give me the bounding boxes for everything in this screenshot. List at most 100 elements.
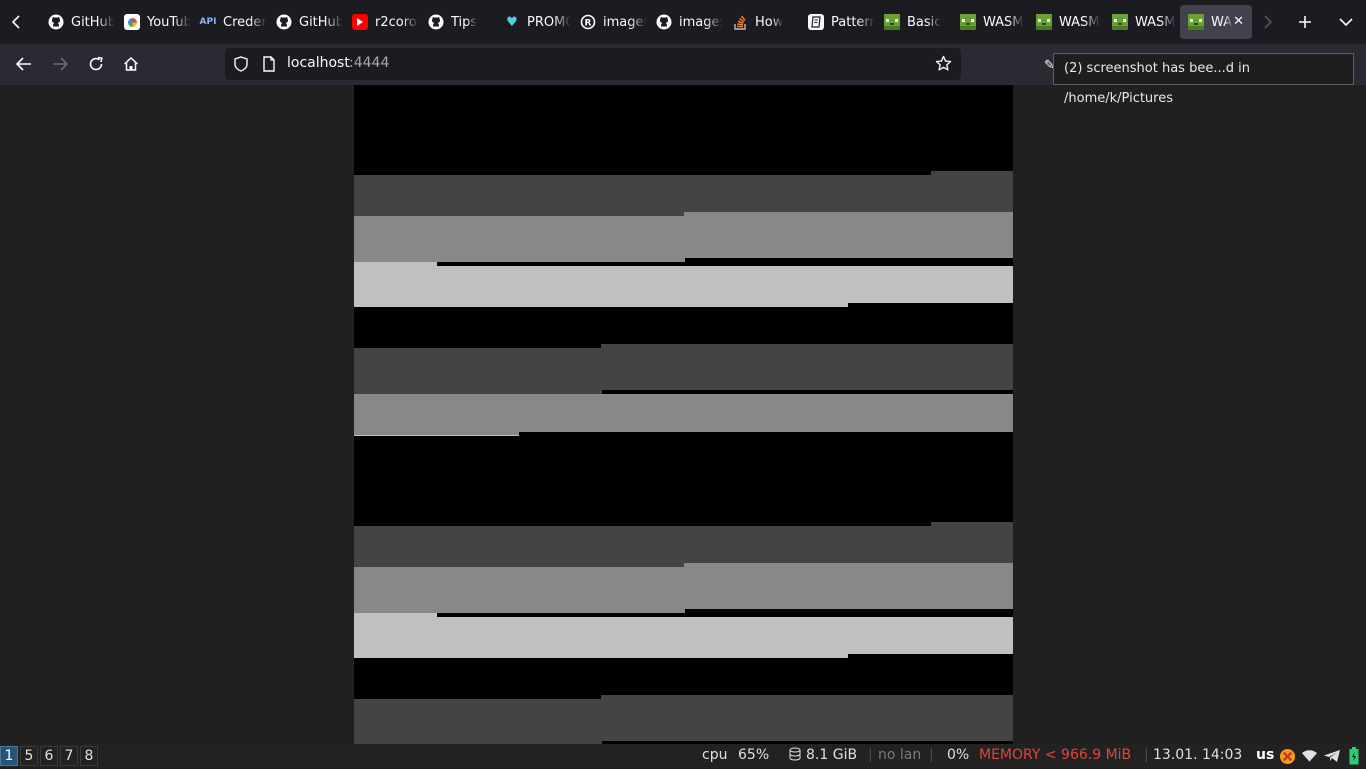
telegram-icon[interactable] xyxy=(1323,749,1341,767)
browser-tab[interactable]: WASM xyxy=(952,5,1026,39)
chevron-right-icon xyxy=(1264,15,1273,29)
canvas-band-segment xyxy=(518,699,603,744)
canvas-band-segment xyxy=(683,212,767,258)
canvas-band-segment xyxy=(848,212,932,258)
browser-tab[interactable]: YouTube xyxy=(116,5,190,39)
separator: | xyxy=(1144,747,1149,763)
new-tab-button[interactable] xyxy=(1293,10,1317,34)
tabs-scroll-right-button[interactable] xyxy=(1258,10,1278,34)
memory-warning: MEMORY < 966.9 MiB xyxy=(979,747,1132,763)
reload-button[interactable] xyxy=(84,52,108,76)
canvas-band-segment xyxy=(518,175,603,216)
canvas-band-segment xyxy=(930,212,1013,258)
arrow-left-icon xyxy=(16,57,31,71)
chevron-down-icon xyxy=(1339,18,1353,27)
browser-tab[interactable]: Tips xyxy=(420,5,494,39)
wifi-icon[interactable] xyxy=(1301,749,1318,767)
arrow-right-icon xyxy=(53,57,68,71)
workspace-button[interactable]: 1 xyxy=(0,746,18,766)
url-port[interactable]: :4444 xyxy=(349,55,389,71)
browser-tab[interactable]: API Credentials xyxy=(192,5,266,39)
tab-title: images xyxy=(603,14,646,30)
canvas-band-segment xyxy=(930,432,1013,522)
list-all-tabs-button[interactable] xyxy=(1334,10,1358,34)
canvas-band-segment xyxy=(848,432,932,522)
canvas-band-segment xyxy=(766,85,850,171)
browser-tab[interactable]: How xyxy=(724,5,798,39)
battery-icon[interactable] xyxy=(1349,747,1359,769)
browser-tab[interactable]: GitHub xyxy=(40,5,114,39)
browser-tab[interactable]: GitHub xyxy=(268,5,342,39)
browser-tab[interactable]: WASM ✕ xyxy=(1180,5,1252,39)
plus-icon xyxy=(1299,16,1311,28)
canvas-band-segment xyxy=(683,307,767,348)
canvas-band-segment xyxy=(436,175,520,216)
bookmark-star-icon[interactable] xyxy=(935,55,952,76)
back-button[interactable] xyxy=(12,52,36,76)
screenshot-notification: (2) screenshot has bee...d in /home/k/Pi… xyxy=(1053,53,1354,106)
canvas-band-segment xyxy=(436,394,520,435)
canvas-band-segment xyxy=(354,307,438,348)
canvas-band-segment xyxy=(766,266,850,311)
browser-tab[interactable]: Patterns xyxy=(800,5,874,39)
home-button[interactable] xyxy=(119,52,143,76)
keyboard-layout[interactable]: us xyxy=(1256,747,1274,763)
canvas-band-segment xyxy=(518,658,603,699)
canvas-band-segment xyxy=(683,344,767,390)
workspace-button[interactable]: 5 xyxy=(20,746,38,766)
game-canvas[interactable] xyxy=(354,85,1013,744)
svg-text:R: R xyxy=(585,19,592,29)
url-bar[interactable]: localhost :4444 xyxy=(225,48,961,80)
canvas-band-segment xyxy=(354,175,438,216)
browser-tab[interactable]: Basic xyxy=(876,5,950,39)
game-icon xyxy=(1188,14,1204,30)
workspace-button[interactable]: 6 xyxy=(40,746,58,766)
date-time: 13.01. 14:03 xyxy=(1153,747,1243,763)
close-tab-icon[interactable]: ✕ xyxy=(1233,14,1244,29)
page-info-icon[interactable] xyxy=(262,56,276,76)
canvas-band-segment xyxy=(930,171,1013,212)
tabs-scroll-left-button[interactable] xyxy=(6,10,26,34)
canvas-band-segment xyxy=(766,212,850,258)
canvas-band-segment xyxy=(518,394,603,435)
canvas-band-segment xyxy=(354,394,438,435)
canvas-band-segment xyxy=(766,617,850,662)
canvas-band-segment xyxy=(683,175,767,216)
browser-tab[interactable]: r2coroutines xyxy=(344,5,418,39)
canvas-band-segment xyxy=(766,344,850,390)
forward-button[interactable] xyxy=(48,52,72,76)
tab-title: How xyxy=(755,14,784,30)
canvas-band-segment xyxy=(683,266,767,311)
url-host[interactable]: localhost xyxy=(287,55,350,71)
github-icon xyxy=(48,14,64,30)
canvas-band-segment xyxy=(354,613,438,658)
canvas-band-segment xyxy=(766,394,850,435)
game-icon xyxy=(1112,14,1128,30)
game-icon xyxy=(884,14,900,30)
tab-title: GitHub xyxy=(71,14,114,30)
canvas-band-segment xyxy=(601,526,685,567)
canvas-band-segment xyxy=(848,303,932,344)
battery-level: 0% xyxy=(947,747,970,763)
canvas-band-segment xyxy=(848,394,932,435)
browser-tab[interactable]: WASM xyxy=(1028,5,1102,39)
stackoverflow-icon xyxy=(732,14,748,30)
canvas-band-segment xyxy=(848,695,932,741)
canvas-band-segment xyxy=(683,617,767,662)
canvas-band-segment xyxy=(354,262,438,307)
workspace-button[interactable]: 7 xyxy=(60,746,78,766)
browser-tab[interactable]: ♥ PROMO xyxy=(496,5,570,39)
canvas-band-segment xyxy=(354,216,438,262)
x-close-tray-icon[interactable] xyxy=(1279,748,1296,769)
browser-tab[interactable]: images xyxy=(648,5,722,39)
browser-tab[interactable]: WASM xyxy=(1104,5,1178,39)
canvas-band-segment xyxy=(601,617,685,662)
tab-title: GitHub xyxy=(299,14,342,30)
tracking-protection-shield-icon[interactable] xyxy=(233,56,249,76)
workspace-button[interactable]: 8 xyxy=(80,746,98,766)
canvas-band-segment xyxy=(683,526,767,567)
tab-title: Credentials xyxy=(223,14,266,30)
canvas-band-segment xyxy=(601,432,685,522)
canvas-band-segment xyxy=(436,567,520,613)
browser-tab[interactable]: Rimages xyxy=(572,5,646,39)
